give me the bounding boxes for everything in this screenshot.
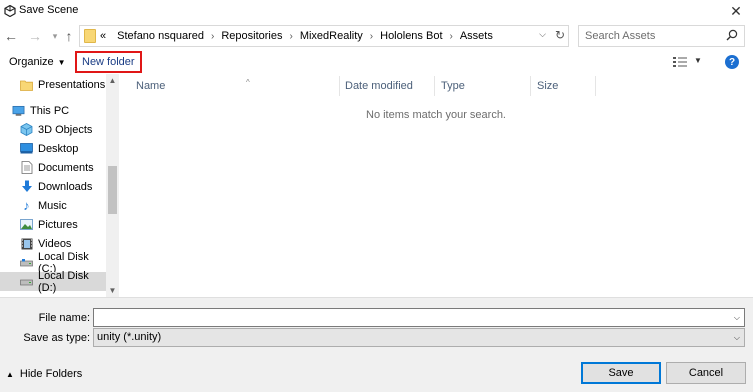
music-icon: ♪ [23, 198, 30, 213]
nav-item-downloads[interactable]: Downloads [0, 177, 106, 196]
chevron-down-icon[interactable]: ⌵ [734, 329, 740, 346]
nav-item-label: Local Disk (D:) [38, 269, 89, 294]
nav-item-label: 3D Objects [38, 123, 93, 136]
column-divider[interactable] [595, 76, 596, 96]
column-label: Name [136, 80, 166, 92]
refresh-icon[interactable]: ↻ [555, 28, 565, 42]
nav-item-label: Downloads [38, 180, 93, 193]
chevron-right-icon: › [289, 30, 293, 42]
nav-scrollbar[interactable]: ▲ ▼ [106, 74, 119, 297]
file-list[interactable]: Name ^ Date modified Type Size No items … [119, 74, 753, 297]
nav-item-documents[interactable]: Documents [0, 158, 106, 177]
drive-icon [20, 256, 33, 269]
breadcrumb-item[interactable]: Assets [460, 30, 493, 42]
title-bar: Save Scene ✕ [0, 0, 753, 22]
save-as-type-value: unity (*.unity) [97, 331, 162, 343]
computer-icon [12, 104, 25, 117]
nav-item-this-pc[interactable]: This PC [0, 101, 106, 120]
nav-item-label: Pictures [38, 218, 78, 231]
hide-folders-label: Hide Folders [19, 368, 83, 380]
address-row: ← → ▾ ↑ « Stefano nsquared › Repositorie… [0, 24, 753, 48]
column-header-size[interactable]: Size [532, 78, 594, 98]
unity-icon [4, 5, 16, 17]
sort-up-icon: ^ [246, 78, 250, 87]
organize-button[interactable]: Organize ▼ [9, 56, 66, 68]
caret-down-icon[interactable]: ▼ [694, 56, 702, 65]
folder-icon [84, 29, 96, 43]
nav-item-label: This PC [30, 104, 70, 117]
nav-item-label: Presentations [38, 78, 106, 91]
documents-icon [20, 161, 33, 174]
forward-arrow-icon[interactable]: → [26, 27, 44, 45]
cancel-button[interactable]: Cancel [666, 362, 746, 384]
save-button[interactable]: Save [581, 362, 661, 384]
scrollbar-thumb[interactable] [108, 166, 117, 214]
nav-item-desktop[interactable]: Desktop [0, 139, 106, 158]
breadcrumb-item[interactable]: MixedReality [300, 30, 363, 42]
nav-item-local-disk-d[interactable]: Local Disk (D:) [0, 269, 106, 294]
scroll-up-arrow-icon[interactable]: ▲ [106, 74, 119, 87]
file-name-input[interactable] [97, 309, 717, 326]
folder-icon [20, 78, 33, 91]
chevron-right-icon: › [449, 30, 453, 42]
nav-item-pictures[interactable]: Pictures [0, 215, 106, 234]
navigation-pane: Presentations This PC 3D Objects Desktop… [0, 74, 119, 297]
help-icon[interactable]: ? [725, 55, 739, 69]
nav-item-label: Videos [38, 237, 72, 250]
scroll-down-arrow-icon[interactable]: ▼ [106, 284, 119, 297]
command-bar: Organize ▼ New folder ▼ ? [0, 50, 753, 74]
pictures-icon [20, 218, 33, 231]
file-name-field[interactable]: ⌵ [93, 308, 745, 327]
search-icon[interactable] [726, 29, 738, 41]
desktop-icon [20, 142, 33, 155]
up-arrow-icon[interactable]: ↑ [60, 27, 78, 45]
caret-down-icon: ▼ [57, 58, 66, 67]
3d-objects-icon [20, 123, 33, 136]
breadcrumb-item[interactable]: Repositories [221, 30, 282, 42]
column-divider[interactable] [530, 76, 531, 96]
save-as-type-label: Save as type: [23, 332, 90, 344]
nav-item-3d-objects[interactable]: 3D Objects [0, 120, 106, 139]
column-divider[interactable] [434, 76, 435, 96]
column-header-name[interactable]: Name ^ [131, 78, 339, 98]
chevron-right-icon: › [210, 30, 215, 42]
save-form: File name: ⌵ Save as type: unity (*.unit… [0, 297, 753, 392]
close-icon[interactable]: ✕ [727, 2, 745, 20]
back-arrow-icon[interactable]: ← [2, 27, 20, 45]
nav-item-label: Music [38, 199, 67, 212]
drive-icon [20, 275, 33, 288]
column-header-date-modified[interactable]: Date modified [340, 78, 434, 98]
caret-up-icon: ▲ [6, 370, 14, 379]
new-folder-button[interactable]: New folder [75, 51, 142, 73]
chevron-down-icon[interactable]: ⌵ [539, 29, 546, 40]
column-label: Size [537, 80, 559, 92]
chevron-right-icon: › [369, 30, 374, 42]
nav-item-music[interactable]: ♪ Music [0, 196, 106, 215]
address-bar[interactable]: « Stefano nsquared › Repositories › Mixe… [79, 25, 569, 47]
column-label: Date modified [345, 80, 413, 92]
window-title: Save Scene [19, 4, 79, 16]
empty-folder-message: No items match your search. [366, 109, 506, 121]
breadcrumb-overflow[interactable]: « [100, 30, 106, 42]
search-box[interactable] [578, 25, 745, 47]
organize-label: Organize [9, 56, 54, 68]
videos-icon [20, 237, 33, 250]
nav-item-label: Desktop [38, 142, 79, 155]
view-options-icon[interactable] [673, 56, 689, 68]
nav-item-label: Documents [38, 161, 94, 174]
nav-item-presentations[interactable]: Presentations [0, 75, 106, 94]
downloads-icon [20, 180, 33, 193]
breadcrumb-item[interactable]: Hololens Bot [380, 30, 442, 42]
breadcrumb-item[interactable]: Stefano nsquared [117, 30, 204, 42]
hide-folders-button[interactable]: ▲ Hide Folders [6, 368, 82, 380]
chevron-down-icon[interactable]: ⌵ [734, 309, 740, 326]
save-as-type-select[interactable]: unity (*.unity) ⌵ [93, 328, 745, 347]
column-label: Type [441, 80, 465, 92]
column-header-type[interactable]: Type [436, 78, 530, 98]
file-name-label: File name: [38, 312, 90, 324]
search-input[interactable] [579, 26, 719, 46]
